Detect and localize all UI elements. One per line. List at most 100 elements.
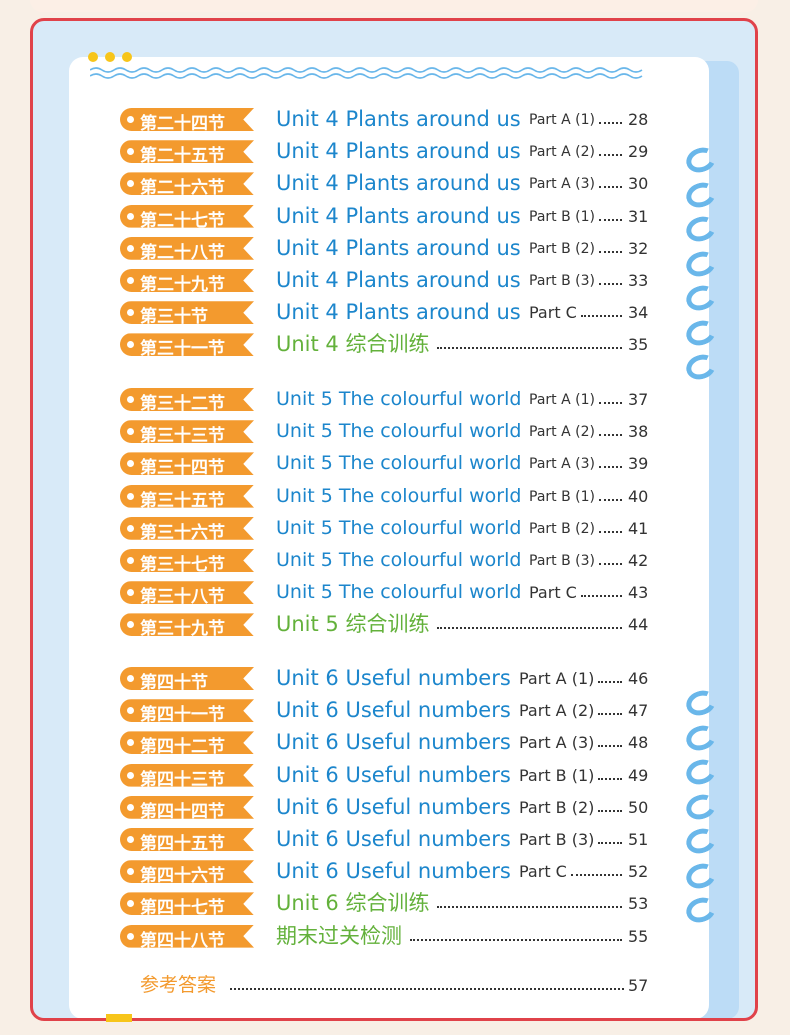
toc-row[interactable]: 第三十九节 Unit 5 综合训练 44 (0, 609, 790, 639)
section-part: Part A (2) (519, 701, 595, 721)
section-tag: 第三十节 (120, 301, 254, 328)
section-tag-label: 第三十三节 (140, 426, 225, 447)
section-title: Unit 4 综合训练 (276, 332, 430, 357)
section-part: Part A (3) (519, 733, 595, 753)
section-tag: 第三十七节 (120, 549, 254, 575)
toc-row[interactable]: 第二十九节 Unit 4 Plants around us Part B (3) 33 (0, 265, 790, 295)
section-tag-label: 第二十九节 (140, 275, 225, 295)
page-number: 44 (628, 615, 649, 635)
section-title: Unit 4 Plants around us (276, 300, 521, 325)
leader-dots (599, 434, 622, 437)
leader-dots (437, 347, 622, 350)
page-number: 55 (628, 926, 649, 946)
page-number: 40 (628, 486, 649, 506)
section-part: Part B (2) (529, 240, 595, 257)
leader-dots (599, 466, 622, 469)
toc-row[interactable]: 第四十四节 Unit 6 Useful numbers Part B (2) 50 (0, 792, 790, 822)
section-tag: 第四十节 (120, 667, 254, 693)
section-part: Part B (1) (529, 488, 595, 505)
leader-dots (437, 906, 622, 909)
section-tag: 第二十九节 (120, 269, 254, 295)
section-part: Part B (3) (529, 273, 595, 289)
answers-row[interactable]: 参考答案 57 (0, 970, 790, 1000)
section-title: Unit 4 Plants around us (276, 171, 521, 196)
section-tag-label: 第四十五节 (140, 834, 225, 854)
page-number: 37 (628, 390, 649, 409)
leader-dots (598, 777, 622, 780)
toc-row[interactable]: 第四十五节 Unit 6 Useful numbers Part B (3) 51 (0, 824, 790, 854)
leader-dots (599, 283, 622, 285)
section-tag-label: 第二十六节 (140, 178, 225, 199)
section-tag: 第二十八节 (120, 236, 254, 263)
toc-row[interactable]: 第二十四节 Unit 4 Plants around us Part A (1) 28 (0, 104, 790, 134)
section-title: Unit 4 Plants around us (276, 107, 521, 131)
section-part: Part C (529, 583, 577, 603)
section-title: Unit 5 综合训练 (276, 612, 430, 637)
page-number: 31 (628, 206, 649, 226)
section-tag: 第二十七节 (120, 204, 254, 231)
section-title: Unit 4 Plants around us (276, 235, 521, 260)
section-tag-label: 第四十节 (140, 673, 208, 693)
section-tag-label: 第三十七节 (140, 555, 225, 575)
leader-dots (599, 122, 622, 124)
toc-row[interactable]: 第四十节 Unit 6 Useful numbers Part A (1) 46 (0, 663, 790, 693)
leader-dots (599, 218, 622, 221)
toc-row[interactable]: 第四十八节 期末过关检测 55 (0, 921, 790, 951)
page-number: 43 (628, 583, 649, 603)
wave-divider (90, 67, 643, 79)
toc-row[interactable]: 第二十八节 Unit 4 Plants around us Part B (2) 32 (0, 233, 790, 263)
leader-dots (410, 938, 622, 941)
dot-icon (105, 52, 115, 62)
toc-row[interactable]: 第三十八节 Unit 5 The colourful world Part C 43 (0, 577, 790, 607)
leader-dots (598, 809, 622, 812)
section-tag: 第四十六节 (120, 860, 254, 886)
leader-dots (599, 530, 622, 533)
section-tag: 第四十四节 (120, 795, 254, 822)
section-part: Part B (2) (519, 797, 595, 817)
toc-row[interactable]: 第三十四节 Unit 5 The colourful world Part A (3… (0, 448, 790, 478)
section-tag: 第四十八节 (120, 924, 254, 951)
toc-row[interactable]: 第四十二节 Unit 6 Useful numbers Part A (3) 48 (0, 727, 790, 757)
toc-row[interactable]: 第三十一节 Unit 4 综合训练 35 (0, 329, 790, 359)
leader-dots (581, 315, 622, 318)
section-title: Unit 6 Useful numbers (276, 762, 511, 787)
page-top-strip (30, 0, 758, 12)
page-number: 57 (628, 976, 649, 995)
section-tag-label: 第四十二节 (140, 737, 225, 758)
toc-row[interactable]: 第四十七节 Unit 6 综合训练 53 (0, 888, 790, 918)
toc-row[interactable]: 第四十三节 Unit 6 Useful numbers Part B (1) 49 (0, 760, 790, 790)
page-number: 51 (628, 830, 649, 849)
toc-row[interactable]: 第二十五节 Unit 4 Plants around us Part A (2) 29 (0, 136, 790, 166)
section-title: Unit 4 Plants around us (276, 139, 521, 164)
section-part: Part A (2) (529, 424, 595, 441)
section-tag: 第二十四节 (120, 108, 254, 134)
leader-dots (598, 681, 622, 683)
toc-row[interactable]: 第四十一节 Unit 6 Useful numbers Part A (2) 47 (0, 695, 790, 725)
section-title: Unit 5 The colourful world (276, 581, 522, 604)
leader-dots (599, 186, 622, 189)
section-part: Part A (3) (529, 176, 595, 193)
page-number: 28 (628, 110, 649, 129)
section-tag-label: 第三十一节 (140, 339, 225, 360)
page-number: 47 (628, 701, 649, 721)
toc-row[interactable]: 第三十节 Unit 4 Plants around us Part C 34 (0, 297, 790, 327)
toc-row[interactable]: 第三十七节 Unit 5 The colourful world Part B (3… (0, 545, 790, 575)
page-number: 32 (628, 238, 649, 258)
toc-row[interactable]: 第二十七节 Unit 4 Plants around us Part B (1) 31 (0, 201, 790, 231)
section-tag: 第三十九节 (120, 613, 254, 639)
section-title: Unit 5 The colourful world (276, 420, 522, 443)
toc-row[interactable]: 第三十三节 Unit 5 The colourful world Part A (2… (0, 416, 790, 446)
section-tag-label: 第四十一节 (140, 705, 225, 726)
section-tag: 第二十五节 (120, 140, 254, 166)
section-tag-label: 第三十节 (140, 307, 208, 328)
section-part: Part B (1) (529, 208, 595, 225)
toc-row[interactable]: 第三十二节 Unit 5 The colourful world Part A (1… (0, 384, 790, 414)
toc-row[interactable]: 第三十五节 Unit 5 The colourful world Part B (1… (0, 481, 790, 511)
section-tag-label: 第四十三节 (140, 769, 225, 790)
section-tag-label: 第三十五节 (140, 490, 225, 511)
page-number: 35 (628, 335, 649, 355)
toc-row[interactable]: 第三十六节 Unit 5 The colourful world Part B (2… (0, 513, 790, 543)
leader-dots (230, 988, 624, 990)
toc-row[interactable]: 第二十六节 Unit 4 Plants around us Part A (3) 30 (0, 168, 790, 198)
toc-row[interactable]: 第四十六节 Unit 6 Useful numbers Part C 52 (0, 856, 790, 886)
